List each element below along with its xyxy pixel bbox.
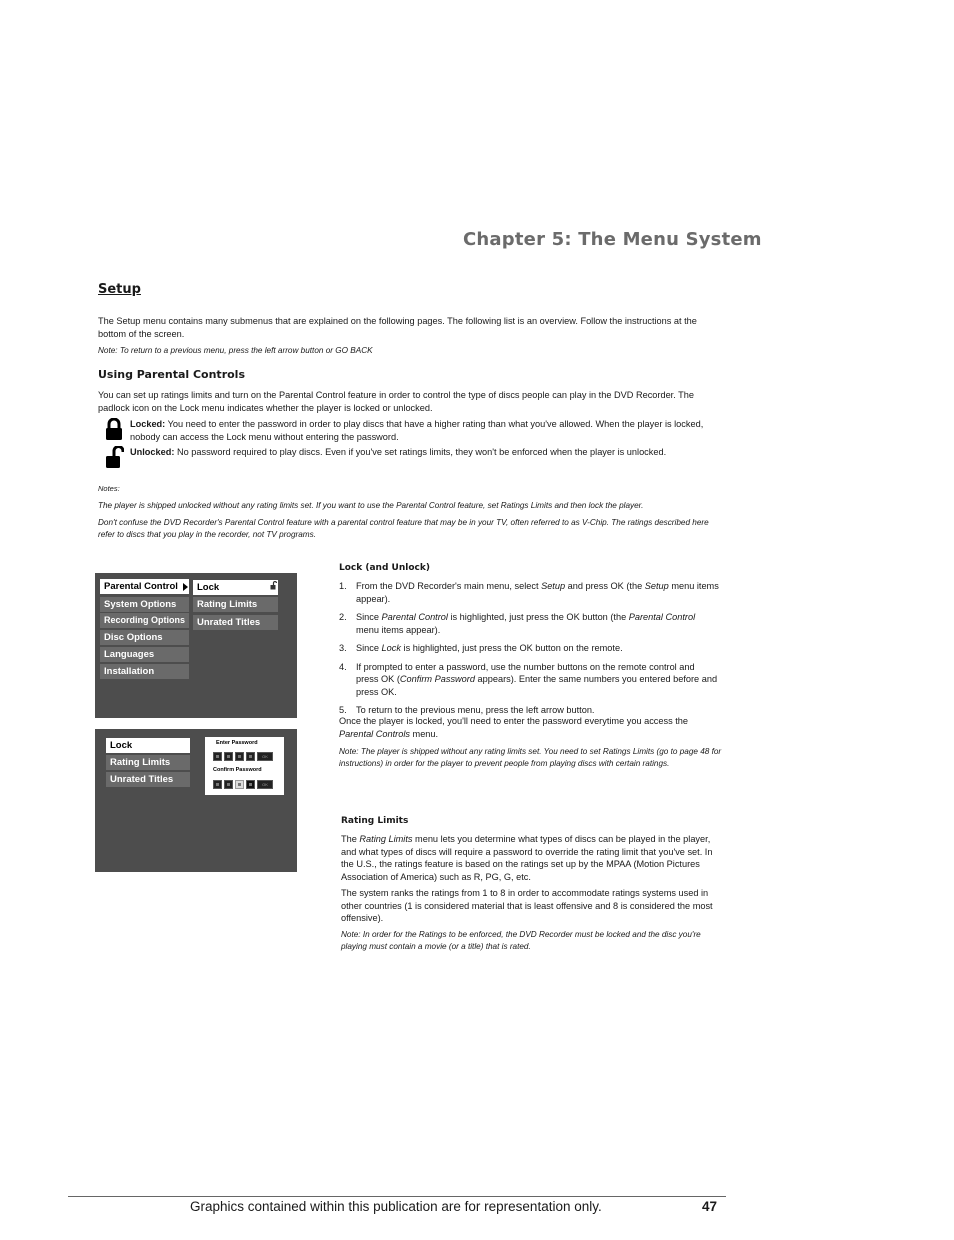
parental-intro: You can set up ratings limits and turn o… xyxy=(98,390,694,413)
step-number: 2. xyxy=(339,612,347,622)
password-digit-field[interactable] xyxy=(235,752,244,761)
enter-password-label: Enter Password xyxy=(216,740,258,746)
submenu-item-lock[interactable]: Lock xyxy=(106,738,190,753)
submenu-arrow-icon xyxy=(183,583,188,591)
rating-limits-para-1: The Rating Limits menu lets you determin… xyxy=(341,834,713,882)
parental-note-2: Don't confuse the DVD Recorder's Parenta… xyxy=(98,518,709,539)
confirm-digit-field[interactable] xyxy=(246,780,255,789)
lock-password-screenshot: Lock Rating Limits Unrated Titles Enter … xyxy=(95,729,297,872)
notes-label: Notes: xyxy=(98,484,120,493)
step-text: Since Lock is highlighted, just press th… xyxy=(356,643,623,653)
lock-step: 4. If prompted to enter a password, use t… xyxy=(339,661,719,699)
menu-item-parental-control[interactable]: Parental Control xyxy=(100,579,189,594)
step-text: If prompted to enter a password, use the… xyxy=(356,661,718,697)
rating-limits-note: Note: In order for the Ratings to be enf… xyxy=(341,930,701,951)
footer-divider xyxy=(68,1196,726,1197)
menu-item-languages[interactable]: Languages xyxy=(100,647,189,662)
parental-controls-heading: Using Parental Controls xyxy=(98,368,245,381)
lock-step: 1. From the DVD Recorder's main menu, sel… xyxy=(339,580,719,605)
submenu-item-unrated-titles[interactable]: Unrated Titles xyxy=(193,615,278,630)
confirm-ok-button[interactable]: OK xyxy=(257,780,273,789)
locked-description: Locked: You need to enter the password i… xyxy=(104,418,724,443)
setup-note: Note: To return to a previous menu, pres… xyxy=(98,346,373,355)
submenu-item-rating-limits[interactable]: Rating Limits xyxy=(193,597,278,612)
submenu-item-rating-limits[interactable]: Rating Limits xyxy=(106,755,190,770)
password-digit-field[interactable] xyxy=(224,752,233,761)
submenu-item-unrated-titles[interactable]: Unrated Titles xyxy=(106,772,190,787)
confirm-digit-field-active[interactable] xyxy=(235,780,244,789)
lock-step: 2. Since Parental Control is highlighted,… xyxy=(339,611,719,636)
locked-padlock-icon xyxy=(106,418,122,440)
lock-note: Note: The player is shipped without any … xyxy=(339,747,722,768)
rating-limits-para-2: The system ranks the ratings from 1 to 8… xyxy=(341,888,713,923)
lock-after-text: Once the player is locked, you'll need t… xyxy=(339,716,689,739)
setup-intro: The Setup menu contains many submenus th… xyxy=(98,316,697,339)
lock-unlock-heading: Lock (and Unlock) xyxy=(339,563,430,573)
page-number: 47 xyxy=(702,1199,718,1214)
step-text: To return to the previous menu, press th… xyxy=(356,705,595,715)
confirm-digit-field[interactable] xyxy=(213,780,222,789)
step-number: 3. xyxy=(339,643,347,653)
section-title-setup: Setup xyxy=(98,282,141,297)
locked-text: You need to enter the password in order … xyxy=(130,419,704,442)
parental-note-1: The player is shipped unlocked without a… xyxy=(98,501,644,510)
rating-limits-heading: Rating Limits xyxy=(341,816,409,826)
submenu-item-lock[interactable]: Lock xyxy=(193,580,278,595)
menu-item-system-options[interactable]: System Options xyxy=(100,597,189,612)
locked-label: Locked: xyxy=(130,419,166,429)
password-digit-field[interactable] xyxy=(246,752,255,761)
confirm-digit-field[interactable] xyxy=(224,780,233,789)
menu-item-disc-options[interactable]: Disc Options xyxy=(100,630,189,645)
lock-steps-list: 1. From the DVD Recorder's main menu, sel… xyxy=(339,580,719,723)
menu-item-recording-options[interactable]: Recording Options xyxy=(100,613,189,628)
confirm-password-label: Confirm Password xyxy=(213,767,262,773)
chapter-title: Chapter 5: The Menu System xyxy=(463,229,762,250)
step-number: 4. xyxy=(339,661,347,672)
password-digit-field[interactable] xyxy=(213,752,222,761)
unlocked-label: Unlocked: xyxy=(130,447,175,457)
step-text: From the DVD Recorder's main menu, selec… xyxy=(356,581,719,604)
unlocked-status-icon xyxy=(270,581,277,590)
password-dialog: Enter Password OK Confirm Password OK xyxy=(205,737,284,795)
lock-step: 3. Since Lock is highlighted, just press … xyxy=(339,642,719,655)
password-ok-button[interactable]: OK xyxy=(257,752,273,761)
unlocked-padlock-icon xyxy=(106,446,124,468)
footer-disclaimer: Graphics contained within this publicati… xyxy=(190,1199,602,1214)
unlocked-description: Unlocked: No password required to play d… xyxy=(104,446,724,468)
menu-item-installation[interactable]: Installation xyxy=(100,664,189,679)
unlocked-text: No password required to play discs. Even… xyxy=(174,447,667,457)
step-number: 1. xyxy=(339,581,347,591)
setup-menu-screenshot: Parental Control System Options Recordin… xyxy=(95,573,297,718)
step-text: Since Parental Control is highlighted, j… xyxy=(356,612,696,635)
